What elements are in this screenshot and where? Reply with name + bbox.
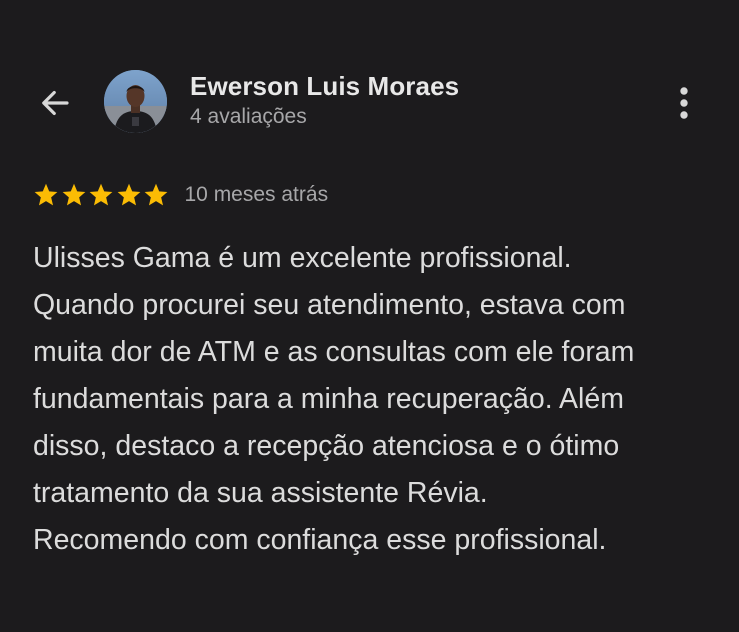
more-vertical-icon (680, 87, 688, 119)
review-header: Ewerson Luis Moraes 4 avaliações (0, 0, 739, 140)
review-text-line: disso, destaco a recepção atenciosa e o … (33, 430, 620, 462)
back-button[interactable] (30, 80, 80, 126)
review-text-line: Ulisses Gama é um excelente profissional… (33, 242, 572, 274)
avatar[interactable] (104, 70, 167, 133)
avatar-photo (104, 70, 167, 133)
review-text-line: Recomendo com confiança esse profissiona… (33, 524, 607, 556)
star-icon (34, 183, 58, 206)
rating-row: 10 meses atrás (33, 178, 328, 212)
arrow-left-icon (42, 90, 69, 116)
review-text-line: tratamento da sua assistente Révia. (33, 477, 488, 509)
review-text-line: Quando procurei seu atendimento, estava … (33, 289, 626, 321)
more-options-button[interactable] (664, 80, 704, 126)
reviewer-review-count: 4 avaliações (190, 105, 307, 128)
review-date: 10 meses atrás (184, 183, 329, 206)
review-text: Ulisses Gama é um excelente profissional… (33, 235, 723, 564)
star-rating (33, 182, 171, 208)
review-text-line: muita dor de ATM e as consultas com ele … (33, 336, 635, 368)
star-icon (117, 183, 140, 206)
star-icon (62, 183, 85, 206)
star-icon (144, 183, 168, 206)
review-text-line: fundamentais para a minha recuperação. A… (33, 383, 624, 415)
reviewer-name[interactable]: Ewerson Luis Moraes (190, 71, 459, 102)
star-icon (89, 183, 113, 206)
